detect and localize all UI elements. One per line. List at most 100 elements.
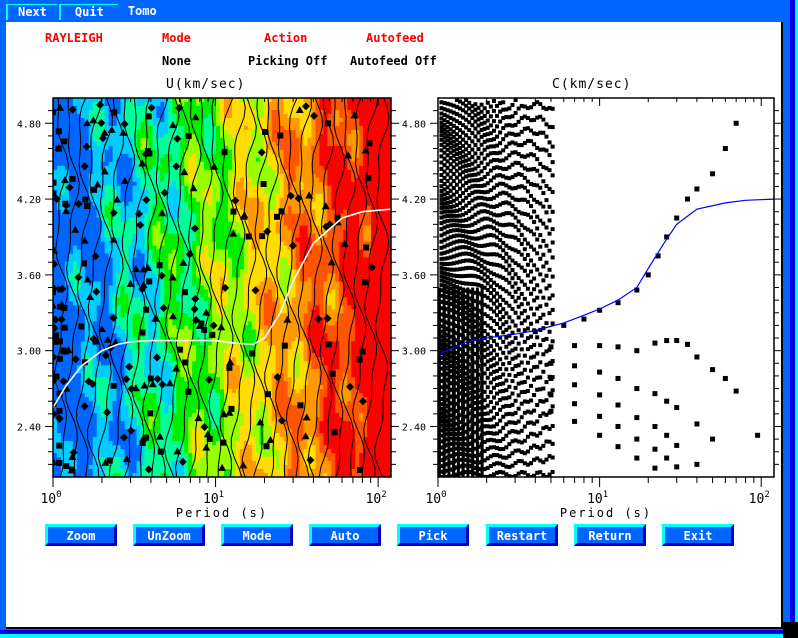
heatmap-cell (220, 389, 225, 394)
heatmap-cell (180, 185, 185, 191)
heatmap-cell (188, 457, 193, 462)
heatmap-cell (192, 197, 197, 203)
heatmap-cell (112, 145, 118, 151)
heatmap-cell (128, 237, 134, 243)
heatmap-cell (200, 249, 205, 255)
heatmap-cell (164, 293, 169, 299)
heatmap-cell (124, 273, 130, 279)
heatmap-cell (140, 217, 146, 223)
resize-handle[interactable] (783, 622, 798, 638)
heatmap-cell (56, 161, 62, 167)
heatmap-cell (243, 429, 249, 434)
heatmap-cell (76, 453, 82, 458)
heatmap-cell (88, 309, 94, 315)
heatmap-cell (164, 161, 169, 167)
heatmap-cell (120, 417, 126, 422)
heatmap-cell (184, 185, 189, 191)
heatmap-cell (251, 153, 257, 159)
heatmap-cell (128, 257, 134, 263)
heatmap-cell (172, 229, 177, 235)
heatmap-cell (116, 305, 122, 311)
heatmap-cell (208, 465, 213, 470)
heatmap-cell (204, 225, 209, 231)
heatmap-cell (152, 285, 157, 291)
heatmap-cell (64, 341, 70, 346)
heatmap-cell (160, 425, 165, 430)
heatmap-cell (168, 113, 173, 119)
heatmap-cell (112, 373, 118, 378)
heatmap-cell (112, 357, 118, 362)
heatmap-cell (216, 457, 221, 462)
heatmap-cell (60, 241, 66, 247)
heatmap-cell (168, 441, 173, 446)
heatmap-cell (255, 225, 261, 231)
heatmap-cell (76, 221, 82, 227)
heatmap-cell (140, 129, 146, 135)
heatmap-cell (112, 397, 118, 402)
heatmap-cell (247, 217, 253, 223)
heatmap-cell (84, 469, 90, 474)
heatmap-cell (84, 413, 90, 418)
heatmap-cell (112, 157, 118, 163)
heatmap-cell (231, 277, 237, 283)
heatmap-cell (64, 337, 70, 342)
heatmap-cell (176, 141, 181, 147)
heatmap-cell (148, 369, 154, 374)
heatmap-cell (204, 297, 209, 303)
next-menu-button[interactable]: Next (6, 4, 57, 20)
heatmap-cell (180, 133, 185, 139)
heatmap-cell (192, 201, 197, 207)
quit-menu-button[interactable]: Quit (58, 4, 118, 20)
heatmap-cell (180, 393, 185, 398)
heatmap-cell (231, 285, 237, 291)
heatmap-cell (56, 237, 62, 243)
heatmap-cell (204, 217, 209, 223)
heatmap-cell (56, 469, 62, 474)
heatmap-cell (128, 185, 134, 191)
heatmap-cell (220, 101, 225, 107)
heatmap-cell (235, 173, 241, 179)
heatmap-cell (251, 169, 257, 175)
heatmap-cell (235, 309, 241, 315)
heatmap-cell (80, 289, 86, 295)
group-velocity-plot[interactable]: 2.403.003.604.204.80100 101 102Period (s) (0, 90, 400, 520)
heatmap-cell (216, 277, 221, 283)
heatmap-cell (156, 393, 161, 398)
heatmap-cell (164, 113, 169, 119)
heatmap-cell (192, 361, 197, 366)
heatmap-cell (223, 121, 229, 127)
heatmap-cell (255, 385, 261, 390)
heatmap-cell (204, 161, 209, 167)
heatmap-cell (204, 293, 209, 299)
heatmap-cell (192, 377, 197, 382)
heatmap-cell (255, 393, 261, 398)
heatmap-cell (239, 273, 245, 279)
heatmap-cell (136, 253, 142, 259)
heatmap-cell (136, 229, 142, 235)
heatmap-cell (251, 165, 257, 171)
heatmap-cell (76, 469, 82, 474)
heatmap-cell (92, 305, 98, 311)
heatmap-cell (176, 153, 181, 159)
heatmap-cell (64, 241, 70, 247)
heatmap-cell (128, 233, 134, 239)
heatmap-cell (140, 241, 146, 247)
heatmap-cell (80, 453, 86, 458)
heatmap-cell (120, 213, 126, 219)
heatmap-cell (140, 257, 146, 263)
heatmap-cell (251, 329, 257, 334)
heatmap-cell (120, 389, 126, 394)
heatmap-cell (212, 437, 217, 442)
heatmap-cell (132, 193, 138, 199)
heatmap-cell (100, 417, 106, 422)
heatmap-cell (239, 173, 245, 179)
heatmap-cell (223, 197, 229, 203)
heatmap-cell (96, 381, 102, 386)
heatmap-cell (204, 365, 209, 370)
heatmap-cell (239, 417, 245, 422)
heatmap-cell (180, 373, 185, 378)
heatmap-cell (88, 161, 94, 167)
heatmap-cell (180, 217, 185, 223)
heatmap-cell (251, 433, 257, 438)
heatmap-cell (148, 205, 154, 211)
